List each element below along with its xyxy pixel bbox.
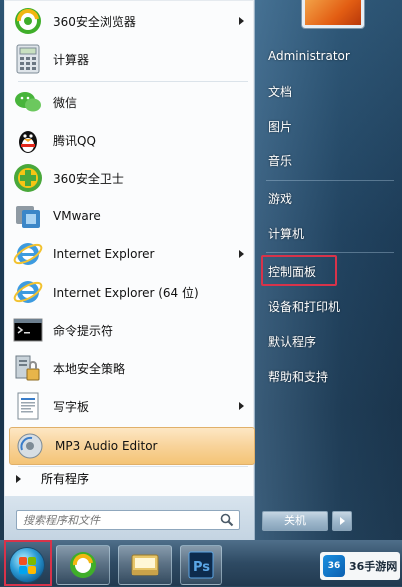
right-item-help-support[interactable]: 帮助和支持 [268, 368, 328, 385]
program-label: VMware [53, 209, 101, 223]
taskbar-360-browser[interactable] [56, 545, 110, 585]
security-policy-icon [12, 352, 44, 384]
command-prompt-icon [12, 314, 44, 346]
file-explorer-icon [131, 554, 159, 576]
divider [18, 81, 248, 82]
program-label: 计算器 [53, 52, 90, 67]
360-browser-icon [70, 552, 96, 578]
program-label: 微信 [53, 95, 78, 110]
all-programs[interactable]: 所有程序 [16, 470, 89, 487]
shutdown-button[interactable]: 关机 [262, 511, 328, 531]
360-safe-guard-icon [12, 162, 44, 194]
program-label: 360安全浏览器 [53, 14, 136, 29]
photoshop-icon: Ps [188, 551, 214, 579]
program-label: Internet Explorer [53, 247, 155, 261]
watermark: 36 36手游网 [320, 552, 400, 580]
program-360-browser[interactable]: 360安全浏览器 [8, 3, 254, 39]
all-programs-label: 所有程序 [41, 472, 90, 486]
watermark-text: 36手游网 [349, 560, 398, 573]
program-label: MP3 Audio Editor [55, 439, 158, 453]
user-avatar[interactable] [302, 0, 364, 28]
right-item-games[interactable]: 游戏 [268, 190, 292, 207]
divider [266, 252, 394, 253]
internet-explorer-64-icon [12, 276, 44, 308]
search-box [16, 510, 240, 530]
program-vmware[interactable]: VMware [8, 198, 254, 234]
right-item-administrator[interactable]: Administrator [268, 49, 350, 63]
360-browser-icon [12, 5, 44, 37]
search-icon[interactable] [220, 513, 234, 527]
mp3-audio-editor-icon [14, 430, 46, 462]
vmware-icon [12, 200, 44, 232]
right-item-control-panel[interactable]: 控制面板 [268, 263, 316, 280]
start-button[interactable] [10, 548, 44, 582]
qq-penguin-icon [12, 124, 44, 156]
right-item-documents[interactable]: 文档 [268, 83, 292, 100]
start-menu-programs-pane: 360安全浏览器 计算器 微信 腾讯QQ 360安全卫士 VMware Inte… [4, 0, 255, 540]
chevron-right-icon [16, 474, 21, 483]
program-mp3-audio-editor[interactable]: MP3 Audio Editor [9, 427, 255, 465]
program-internet-explorer[interactable]: Internet Explorer [8, 236, 254, 272]
windows-logo-icon [19, 557, 27, 565]
shutdown-options-button[interactable] [332, 511, 352, 531]
program-label: 360安全卫士 [53, 171, 124, 186]
right-item-default-programs[interactable]: 默认程序 [268, 333, 316, 350]
program-local-security-policy[interactable]: 本地安全策略 [8, 350, 254, 386]
taskbar-file-explorer[interactable] [118, 545, 172, 585]
internet-explorer-icon [12, 238, 44, 270]
program-360-safe[interactable]: 360安全卫士 [8, 160, 254, 196]
search-area [4, 496, 254, 540]
program-label: 写字板 [53, 399, 90, 414]
program-qq[interactable]: 腾讯QQ [8, 122, 254, 158]
program-wordpad[interactable]: 写字板 [8, 388, 254, 424]
submenu-arrow-icon [239, 17, 244, 25]
divider [266, 180, 394, 181]
program-calculator[interactable]: 计算器 [8, 41, 254, 77]
watermark-logo: 36 [323, 555, 345, 577]
program-internet-explorer-64[interactable]: Internet Explorer (64 位) [8, 274, 254, 310]
taskbar-photoshop[interactable]: Ps [180, 545, 222, 585]
right-item-computer[interactable]: 计算机 [268, 225, 304, 242]
calculator-icon [12, 43, 44, 75]
program-label: Internet Explorer (64 位) [53, 285, 199, 300]
svg-text:Ps: Ps [193, 560, 210, 575]
program-command-prompt[interactable]: 命令提示符 [8, 312, 254, 348]
right-item-music[interactable]: 音乐 [268, 152, 292, 169]
divider [18, 466, 248, 467]
submenu-arrow-icon [239, 402, 244, 410]
right-item-pictures[interactable]: 图片 [268, 118, 292, 135]
wordpad-icon [12, 390, 44, 422]
program-label: 命令提示符 [53, 323, 114, 338]
wechat-icon [12, 86, 44, 118]
right-item-devices-printers[interactable]: 设备和打印机 [268, 298, 340, 315]
search-input[interactable] [21, 511, 221, 529]
program-label: 本地安全策略 [53, 361, 126, 376]
program-label: 腾讯QQ [53, 133, 96, 148]
submenu-arrow-icon [239, 250, 244, 258]
program-wechat[interactable]: 微信 [8, 84, 254, 120]
